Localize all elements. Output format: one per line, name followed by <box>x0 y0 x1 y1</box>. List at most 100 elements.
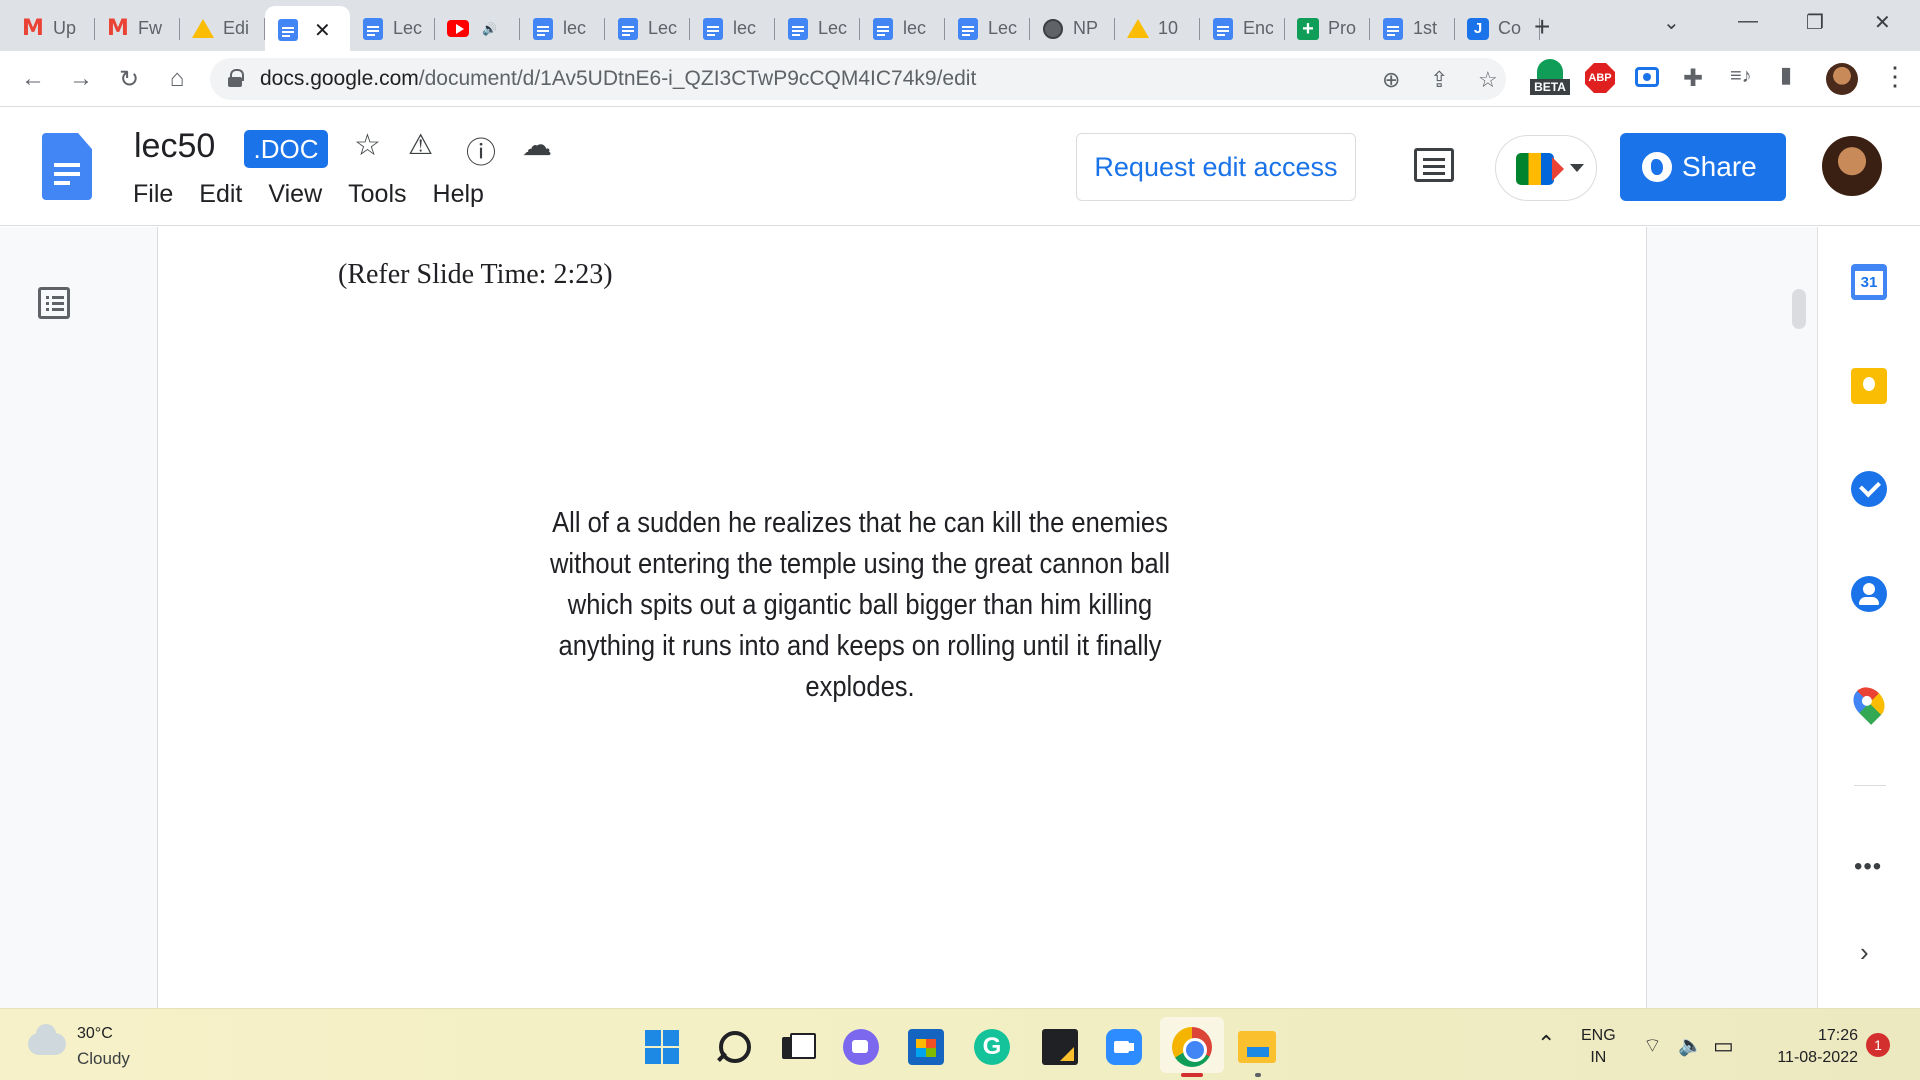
docs-logo-line <box>54 181 70 185</box>
url-text[interactable]: docs.google.com/document/d/1Av5UDtnE6-i_… <box>260 67 976 91</box>
share-button[interactable]: Share <box>1620 133 1786 201</box>
browser-tab[interactable]: M Fw <box>95 9 180 48</box>
screen-recorder-extension-icon[interactable] <box>1635 67 1659 87</box>
contacts-icon[interactable] <box>1851 576 1887 612</box>
docs-icon-glyph <box>278 19 298 41</box>
menu-edit[interactable]: Edit <box>199 180 242 209</box>
add-to-drive-icon[interactable]: ⚠ <box>408 128 433 161</box>
browser-tab[interactable]: 1st <box>1370 9 1455 48</box>
search-icon[interactable] <box>715 1029 751 1065</box>
task-view-icon[interactable] <box>778 1029 816 1065</box>
browser-tab[interactable]: M Up <box>10 9 95 48</box>
calendar-icon[interactable]: 31 <box>1851 264 1887 300</box>
address-bar[interactable]: docs.google.com/document/d/1Av5UDtnE6-i_… <box>210 58 1506 100</box>
adblock-extension-icon[interactable]: ABP <box>1585 63 1615 93</box>
document-outline-icon[interactable] <box>38 287 70 319</box>
share-page-icon[interactable]: ⇪ <box>1430 67 1448 93</box>
meet-button[interactable] <box>1495 135 1597 201</box>
clock-date: 11-08-2022 <box>1777 1049 1858 1066</box>
browser-tab[interactable]: lec <box>690 9 775 48</box>
notification-badge[interactable]: 1 <box>1866 1033 1890 1057</box>
reload-button[interactable]: ↻ <box>114 65 144 94</box>
zoom-app-icon[interactable] <box>1106 1029 1142 1065</box>
new-tab-button[interactable]: + <box>1534 11 1550 43</box>
tab-search-button[interactable]: ⌄ <box>1663 10 1680 35</box>
close-tab-icon[interactable]: ✕ <box>314 18 331 43</box>
weather-condition[interactable]: Cloudy <box>77 1049 130 1069</box>
home-button[interactable]: ⌂ <box>162 65 192 93</box>
side-panel-icon[interactable]: ▮ <box>1780 62 1792 88</box>
document-page[interactable]: (Refer Slide Time: 2:23) All of a sudden… <box>157 227 1647 1008</box>
tab-title: Lec <box>648 18 678 38</box>
language-indicator[interactable]: ENG IN <box>1581 1025 1616 1069</box>
browser-tab[interactable]: 🔊 <box>435 9 520 48</box>
restore-button[interactable]: ❐ <box>1806 10 1824 35</box>
browser-menu-icon[interactable]: ⋮ <box>1882 61 1908 92</box>
microsoft-store-icon[interactable] <box>908 1029 944 1065</box>
bookmark-star-icon[interactable]: ☆ <box>1478 67 1498 93</box>
sticky-notes-icon[interactable] <box>1042 1029 1078 1065</box>
more-addons-icon[interactable]: ••• <box>1854 853 1882 881</box>
windows-start-icon[interactable] <box>645 1030 679 1064</box>
scrollbar-thumb[interactable] <box>1792 289 1806 329</box>
browser-tab[interactable]: Lec <box>350 9 435 48</box>
chrome-icon[interactable] <box>1172 1027 1212 1067</box>
docs-logo-icon[interactable] <box>42 133 92 200</box>
browser-tab[interactable]: Lec <box>945 9 1030 48</box>
tab-title: Pro <box>1328 18 1357 38</box>
extensions-puzzle-icon[interactable]: ✚ <box>1683 64 1703 93</box>
browser-tab[interactable]: lec <box>520 9 605 48</box>
account-avatar[interactable] <box>1822 136 1882 196</box>
lock-icon[interactable] <box>228 69 244 87</box>
chevron-up-icon[interactable]: ⌃ <box>1537 1031 1555 1057</box>
menu-help[interactable]: Help <box>433 180 484 209</box>
battery-icon[interactable]: ▭ <box>1713 1033 1734 1059</box>
beta-extension-icon[interactable]: BETA <box>1530 59 1570 99</box>
expand-side-panel-icon[interactable]: › <box>1860 937 1869 968</box>
teams-chat-icon[interactable] <box>843 1029 879 1065</box>
browser-tab[interactable]: Enc <box>1200 9 1285 48</box>
star-icon[interactable]: ☆ <box>354 128 381 163</box>
browser-tab[interactable]: + Pro <box>1285 9 1370 48</box>
profile-avatar[interactable] <box>1826 63 1858 95</box>
browser-tab[interactable]: Lec <box>605 9 690 48</box>
file-explorer-icon[interactable] <box>1238 1031 1276 1063</box>
browser-tab[interactable]: NP <box>1030 9 1115 48</box>
clock[interactable]: 17:26 11-08-2022 <box>1758 1025 1858 1069</box>
comments-icon[interactable] <box>1414 148 1454 182</box>
zoom-icon[interactable]: ⊕ <box>1382 67 1400 93</box>
tasks-icon[interactable] <box>1851 471 1887 507</box>
docs-icon <box>872 17 894 40</box>
browser-tab[interactable]: Edi <box>180 9 265 48</box>
browser-tab[interactable]: 10 <box>1115 9 1200 48</box>
globe-icon-glyph <box>1043 18 1063 39</box>
media-control-icon[interactable]: ≡♪ <box>1730 65 1752 88</box>
info-icon[interactable]: ⓘ <box>466 128 496 172</box>
volume-icon[interactable]: 🔈 <box>1678 1033 1703 1058</box>
minimize-button[interactable]: — <box>1738 10 1758 33</box>
cloud-weather-icon[interactable] <box>28 1024 66 1055</box>
menu-file[interactable]: File <box>133 180 173 209</box>
maps-icon[interactable] <box>1847 681 1891 725</box>
weather-temperature[interactable]: 30°C <box>77 1025 113 1043</box>
grammarly-icon[interactable]: G <box>974 1029 1010 1065</box>
j-icon: J <box>1467 17 1489 40</box>
cloud-status-icon[interactable]: ☁ <box>522 128 552 163</box>
language-code: ENG <box>1581 1027 1616 1044</box>
tab-list: M Up M Fw Edi ✕ Lec 🔊 lec Lec lec Lec lec Lec NP 10 Enc +… <box>10 6 1540 51</box>
browser-tab[interactable]: J Co <box>1455 9 1540 48</box>
browser-tab[interactable]: ✕ <box>265 6 350 51</box>
wifi-icon[interactable]: ⌔ <box>1643 1033 1662 1058</box>
back-button[interactable]: ← <box>18 65 48 93</box>
close-window-button[interactable]: ✕ <box>1874 10 1891 35</box>
keep-icon[interactable] <box>1851 368 1887 404</box>
menu-tools[interactable]: Tools <box>348 180 406 209</box>
forward-button[interactable]: → <box>66 65 96 93</box>
document-title[interactable]: lec50 <box>134 127 215 166</box>
region-code: IN <box>1590 1049 1607 1066</box>
menu-view[interactable]: View <box>268 180 322 209</box>
audio-playing-icon[interactable]: 🔊 <box>482 22 497 36</box>
request-edit-access-button[interactable]: Request edit access <box>1076 133 1356 201</box>
browser-tab[interactable]: Lec <box>775 9 860 48</box>
browser-tab[interactable]: lec <box>860 9 945 48</box>
